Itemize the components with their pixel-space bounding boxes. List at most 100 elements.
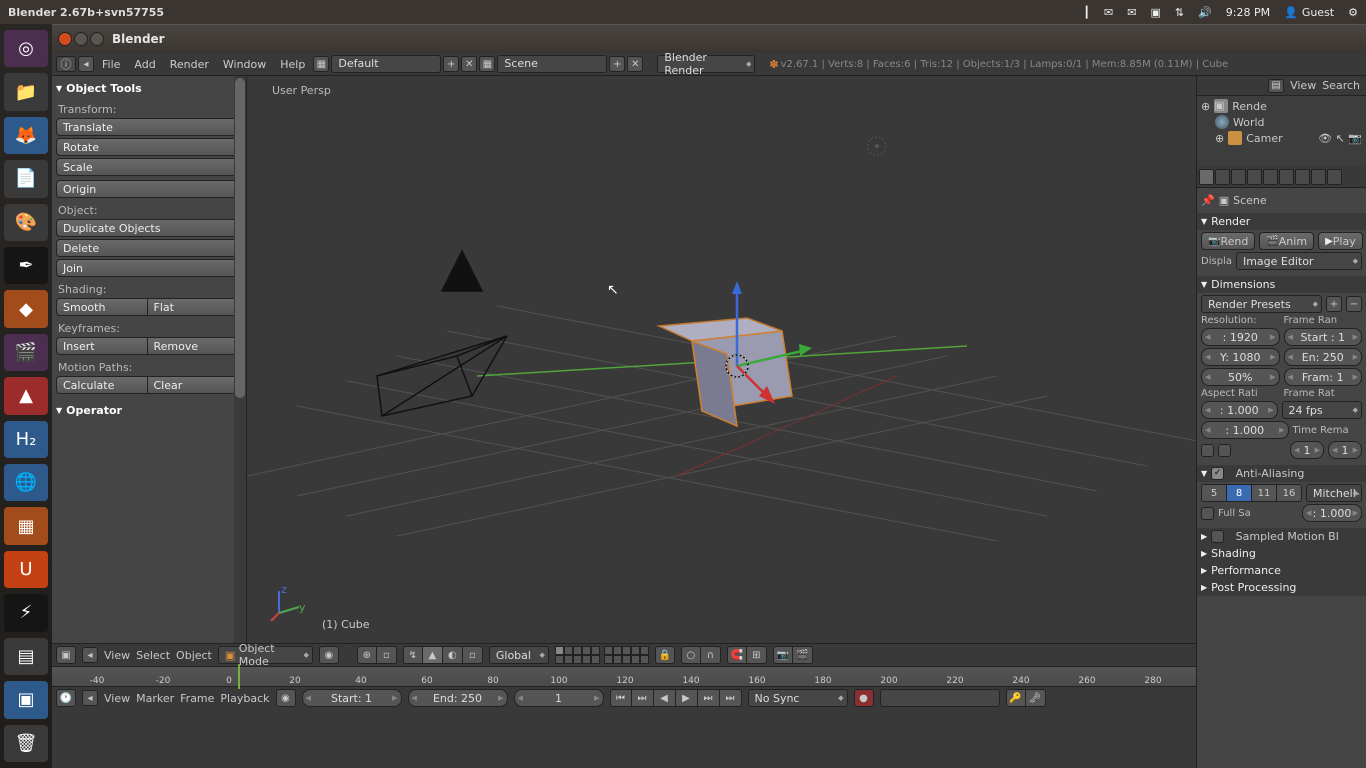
- workspace-icon[interactable]: ▣: [4, 681, 48, 718]
- outliner-type-icon[interactable]: ▤: [1268, 79, 1284, 93]
- performance-panel-header[interactable]: Performance: [1197, 562, 1366, 579]
- editor-type-3dview-icon[interactable]: ▣: [56, 646, 76, 664]
- collapse-vp-menus-icon[interactable]: ◂: [82, 647, 98, 663]
- document-icon[interactable]: 📄: [4, 160, 48, 197]
- mail-icon[interactable]: ✉: [1104, 6, 1113, 19]
- frame-start-field[interactable]: Start : 1: [1284, 328, 1363, 346]
- time-remap-old[interactable]: 1: [1290, 441, 1324, 459]
- menu-render[interactable]: Render: [164, 58, 215, 71]
- editor-type-timeline-icon[interactable]: 🕐: [56, 689, 76, 707]
- delete-button[interactable]: Delete: [56, 239, 238, 257]
- manipulator-toggle-icon[interactable]: ↯: [403, 646, 423, 664]
- delete-keyframes-icon[interactable]: 🗝: [1026, 689, 1046, 707]
- preset-add-icon[interactable]: +: [1326, 296, 1342, 312]
- layout-browse-icon[interactable]: ▦: [313, 56, 329, 72]
- sampled-motion-header[interactable]: Sampled Motion Bl: [1197, 528, 1366, 545]
- menu-add[interactable]: Add: [128, 58, 161, 71]
- scale-button[interactable]: Scale: [56, 158, 238, 176]
- outliner-view-label[interactable]: View: [1290, 79, 1316, 92]
- window-close-button[interactable]: [58, 32, 72, 46]
- tl-menu-view[interactable]: View: [104, 692, 130, 705]
- smooth-button[interactable]: Smooth: [56, 298, 148, 316]
- auto-keyframe-icon[interactable]: ●: [854, 689, 874, 707]
- inkscape-icon[interactable]: ✒: [4, 247, 48, 284]
- render-button[interactable]: 📷Rend: [1201, 232, 1255, 250]
- app-icon-6[interactable]: ▤: [4, 638, 48, 675]
- current-frame-field[interactable]: 1: [514, 689, 604, 707]
- jump-end-icon[interactable]: ⏭: [720, 689, 742, 707]
- toolshelf-scrollbar[interactable]: [234, 76, 246, 666]
- resolution-pct-field[interactable]: 50%: [1201, 368, 1280, 386]
- app-icon-5[interactable]: ⚡: [4, 594, 48, 631]
- border-checkbox[interactable]: [1201, 444, 1214, 457]
- translate-button[interactable]: Translate: [56, 118, 238, 136]
- network-icon[interactable]: ⇅: [1175, 6, 1184, 19]
- app-icon-4[interactable]: ▦: [4, 507, 48, 544]
- aa-panel-header[interactable]: Anti-Aliasing: [1197, 465, 1366, 482]
- collapse-menus-icon[interactable]: ◂: [78, 56, 94, 72]
- render-presets-dropdown[interactable]: Render Presets: [1201, 295, 1322, 313]
- app-icon-3[interactable]: 🌐: [4, 464, 48, 501]
- tab-render-layers[interactable]: [1215, 169, 1230, 185]
- fps-dropdown[interactable]: 24 fps: [1282, 401, 1363, 419]
- flat-button[interactable]: Flat: [148, 298, 239, 316]
- tl-menu-frame[interactable]: Frame: [180, 692, 214, 705]
- animation-button[interactable]: 🎬Anim: [1259, 232, 1314, 250]
- window-minimize-button[interactable]: [74, 32, 88, 46]
- pin-icon[interactable]: 📌: [1201, 194, 1215, 207]
- video-icon[interactable]: 🎬: [4, 334, 48, 371]
- ubuntu-one-icon[interactable]: U: [4, 551, 48, 588]
- mode-dropdown[interactable]: ▣ Object Mode: [218, 646, 313, 664]
- aa-filter-dropdown[interactable]: Mitchell-: [1306, 484, 1362, 502]
- origin-button[interactable]: Origin: [56, 180, 238, 198]
- aa-size-field[interactable]: : 1.000: [1302, 504, 1362, 522]
- screen-layout-field[interactable]: Default: [331, 55, 441, 73]
- render-engine-dropdown[interactable]: Blender Render: [657, 55, 755, 73]
- aa-samples-5[interactable]: 5: [1201, 484, 1227, 502]
- post-processing-header[interactable]: Post Processing: [1197, 579, 1366, 596]
- gimp-icon[interactable]: 🎨: [4, 204, 48, 241]
- pivot-toggle-icon[interactable]: ▫: [377, 646, 397, 664]
- play-render-button[interactable]: ▶Play: [1318, 232, 1363, 250]
- dash-icon[interactable]: ◎: [4, 30, 48, 67]
- viewport-shading-icon[interactable]: ◉: [319, 646, 339, 664]
- end-frame-field[interactable]: End: 250: [408, 689, 508, 707]
- aa-enable-checkbox[interactable]: [1211, 467, 1224, 480]
- vp-menu-object[interactable]: Object: [176, 649, 212, 662]
- play-reverse-icon[interactable]: ◀: [654, 689, 676, 707]
- gear-icon[interactable]: ⚙: [1348, 6, 1358, 19]
- scene-browse-icon[interactable]: ▦: [479, 56, 495, 72]
- editor-type-icon[interactable]: ⓘ: [56, 56, 76, 72]
- window-maximize-button[interactable]: [90, 32, 104, 46]
- join-button[interactable]: Join: [56, 259, 238, 277]
- tab-material[interactable]: [1327, 169, 1342, 185]
- vp-menu-select[interactable]: Select: [136, 649, 170, 662]
- firefox-icon[interactable]: 🦊: [4, 117, 48, 154]
- menu-window[interactable]: Window: [217, 58, 272, 71]
- sync-dropdown[interactable]: No Sync: [748, 689, 848, 707]
- full-sample-checkbox[interactable]: [1201, 507, 1214, 520]
- opengl-render-icon[interactable]: 📷: [773, 646, 793, 664]
- frame-step-field[interactable]: Fram: 1: [1284, 368, 1363, 386]
- start-frame-field[interactable]: Start: 1: [302, 689, 402, 707]
- operator-header[interactable]: Operator: [56, 402, 238, 421]
- dimensions-panel-header[interactable]: Dimensions: [1197, 276, 1366, 293]
- blender-icon[interactable]: ◆: [4, 290, 48, 327]
- timeline-canvas[interactable]: -40-200204060801001201401601802002202402…: [52, 667, 1222, 687]
- crop-checkbox[interactable]: [1218, 444, 1231, 457]
- tab-data[interactable]: [1311, 169, 1326, 185]
- manipulator-translate-icon[interactable]: ▲: [423, 646, 443, 664]
- user-menu[interactable]: 👤 Guest: [1284, 6, 1334, 19]
- pivot-icon[interactable]: ⊕: [357, 646, 377, 664]
- play-icon[interactable]: ▶: [676, 689, 698, 707]
- outliner-tree[interactable]: ⊕▣Rende World ⊕Camer👁 ↖ 📷: [1197, 96, 1366, 148]
- timeline-cursor[interactable]: [238, 664, 240, 689]
- rotate-button[interactable]: Rotate: [56, 138, 238, 156]
- display-mode-dropdown[interactable]: Image Editor: [1236, 252, 1362, 270]
- layout-remove-icon[interactable]: ✕: [461, 56, 477, 72]
- trash-icon[interactable]: 🗑: [4, 725, 48, 762]
- aspect-x-field[interactable]: : 1.000: [1201, 401, 1278, 419]
- tab-scene[interactable]: [1231, 169, 1246, 185]
- aspect-y-field[interactable]: : 1.000: [1201, 421, 1289, 439]
- object-tools-header[interactable]: Object Tools: [56, 80, 238, 99]
